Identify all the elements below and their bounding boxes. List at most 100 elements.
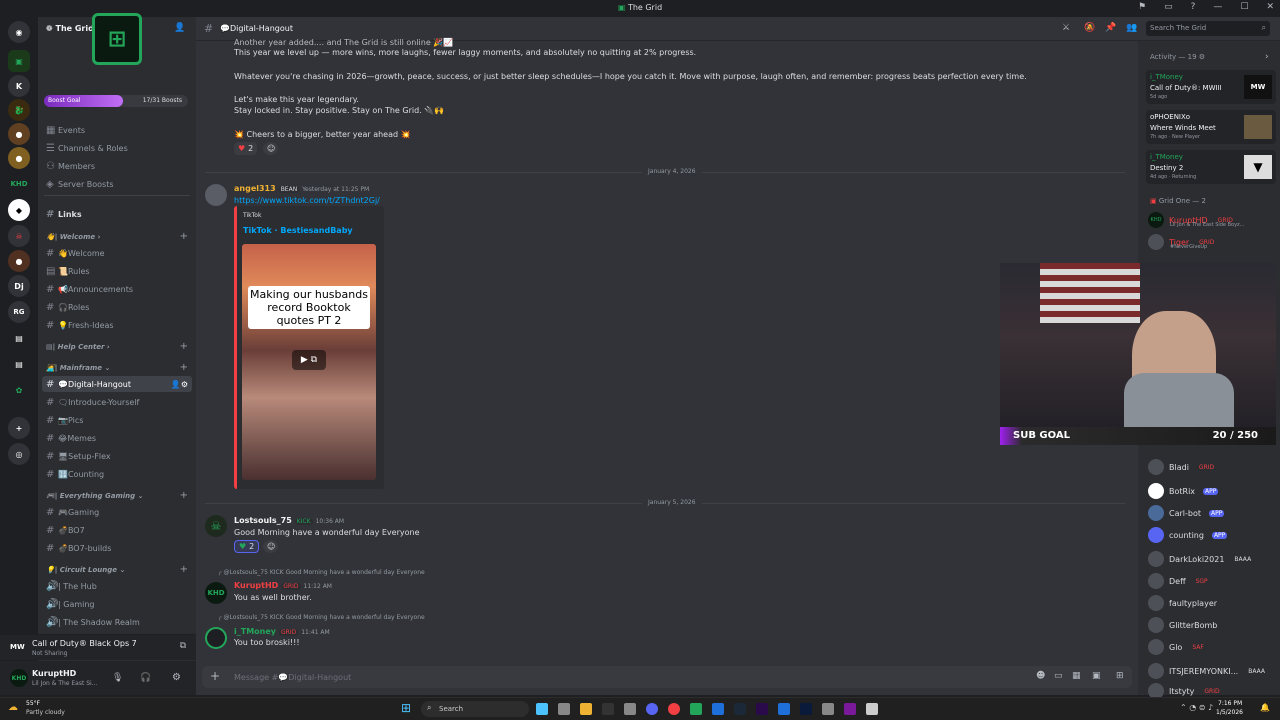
server-icon[interactable]: ☠ xyxy=(8,225,30,247)
voice-gaming[interactable]: 🔊 | Gaming xyxy=(38,596,192,612)
app-icon[interactable] xyxy=(778,703,790,715)
apps-icon[interactable]: ⊞ xyxy=(1116,671,1124,681)
app-icon[interactable] xyxy=(602,703,614,715)
attach-plus-icon[interactable]: + xyxy=(210,669,220,683)
notifications-icon[interactable]: 🔕 xyxy=(1084,23,1095,33)
server-the-grid[interactable]: ▣ xyxy=(8,50,30,72)
links-channel[interactable]: # Links xyxy=(38,206,192,222)
headphones-icon[interactable]: 🎧 xyxy=(140,673,151,683)
channels-roles-item[interactable]: ☰ Channels & Roles xyxy=(38,140,192,156)
category-circuit-lounge[interactable]: 💡| Circuit Lounge ⌄ xyxy=(46,566,125,574)
window-icon[interactable]: ▭ xyxy=(1164,2,1173,12)
app-icon[interactable] xyxy=(624,703,636,715)
chevron-right-icon[interactable]: › xyxy=(1265,52,1269,62)
message-link[interactable]: https://www.tiktok.com/t/ZThdnt2Gj/ xyxy=(234,196,380,205)
channel-fresh-ideas[interactable]: # 💡Fresh-Ideas xyxy=(38,317,192,333)
server-boosts-item[interactable]: ◈ Server Boosts xyxy=(38,176,192,192)
avatar[interactable]: KHD xyxy=(205,582,227,604)
avatar[interactable] xyxy=(205,627,227,649)
screen-share-icon[interactable]: ⧉ xyxy=(180,641,186,651)
server-rg[interactable]: RG xyxy=(8,301,30,323)
add-channel-icon[interactable]: + xyxy=(180,231,188,242)
settings-gear-icon[interactable]: ⚙ xyxy=(172,672,181,683)
photoshop-icon[interactable] xyxy=(800,703,812,715)
category-everything-gaming[interactable]: 🎮| Everything Gaming ⌄ xyxy=(46,492,143,500)
voice-shadow-realm[interactable]: 🔊 | The Shadow Realm xyxy=(38,614,192,630)
member-row[interactable]: faultyplayer xyxy=(1148,594,1217,612)
server-icon[interactable]: ● xyxy=(8,123,30,145)
channel-bo7[interactable]: # 💣BO7 xyxy=(38,522,192,538)
server-folder[interactable]: ▤ xyxy=(8,327,30,349)
activity-card[interactable]: i_TMoney Destiny 2 4d ago · Returning ▼ xyxy=(1146,150,1276,184)
sticker-icon[interactable]: ▦ xyxy=(1072,671,1081,681)
server-icon[interactable]: ● xyxy=(8,147,30,169)
channel-rules[interactable]: ▤ 📜Rules xyxy=(38,263,192,279)
clock-time[interactable]: 7:16 PM xyxy=(1218,700,1242,707)
play-icon[interactable]: ▶ ⧉ xyxy=(292,350,326,370)
inbox-icon[interactable]: ⚑ xyxy=(1138,2,1146,12)
threads-icon[interactable]: ⚔ xyxy=(1062,23,1070,33)
add-channel-icon[interactable]: + xyxy=(180,362,188,373)
server-icon[interactable]: ◆ xyxy=(8,199,30,221)
member-row[interactable]: Glo SAF xyxy=(1148,638,1206,656)
category-mainframe[interactable]: 🧑‍💻| Mainframe ⌄ xyxy=(46,364,110,372)
maximize-button[interactable]: ☐ xyxy=(1240,2,1248,12)
channel-setup-flex[interactable]: # 🖥Setup-Flex xyxy=(38,448,192,464)
chrome-icon[interactable] xyxy=(668,703,680,715)
start-icon[interactable]: ⊞ xyxy=(401,701,411,715)
close-button[interactable]: ✕ xyxy=(1266,2,1274,12)
search-box[interactable]: Search The Grid ⌕ xyxy=(1146,21,1270,36)
avatar[interactable]: ☠ xyxy=(205,515,227,537)
invite-settings-icon[interactable]: 👤⚙ xyxy=(171,380,188,389)
game-activity-bar[interactable]: MW Call of Duty® Black Ops 7 Not Sharing… xyxy=(0,634,196,660)
member-row[interactable]: BotRix APP xyxy=(1148,482,1219,500)
avatar[interactable]: KHD xyxy=(10,669,28,687)
channel-memes[interactable]: # 😂Memes xyxy=(38,430,192,446)
reaction-heart[interactable]: ♥ 2 xyxy=(234,142,258,155)
app-icon[interactable] xyxy=(822,703,834,715)
channel-digital-hangout[interactable]: # 💬Digital-Hangout 👤⚙ xyxy=(42,376,192,392)
username[interactable]: Lostsouls_75 xyxy=(234,516,292,525)
add-channel-icon[interactable]: + xyxy=(180,341,188,352)
discover-icon[interactable]: ◎ xyxy=(8,443,30,465)
events-item[interactable]: ▦ Events xyxy=(38,122,192,138)
server-icon[interactable]: ● xyxy=(8,250,30,272)
embed-title[interactable]: TikTok · BestiesandBaby xyxy=(243,226,353,235)
weather-icon[interactable]: ☁ xyxy=(8,702,18,713)
premiere-icon[interactable] xyxy=(756,703,768,715)
member-row[interactable]: DarkLoki2021 BAAA xyxy=(1148,550,1254,568)
members-item[interactable]: ⚇ Members xyxy=(38,158,192,174)
channel-counting[interactable]: # 🔢Counting xyxy=(38,466,192,482)
video-thumbnail[interactable]: Making our husbands record Booktok quote… xyxy=(242,244,376,480)
server-icon[interactable]: Dj xyxy=(8,275,30,297)
channel-gaming[interactable]: # 🎮Gaming xyxy=(38,504,192,520)
minimize-button[interactable]: — xyxy=(1213,2,1222,12)
taskbar-search[interactable]: ⌕ Search xyxy=(421,701,529,717)
app-icon[interactable] xyxy=(690,703,702,715)
voice-the-hub[interactable]: 🔊 | The Hub xyxy=(38,578,192,594)
category-welcome[interactable]: 👋| Welcome › xyxy=(46,233,100,241)
server-icon[interactable]: ✿ xyxy=(8,379,30,401)
notification-bell-icon[interactable]: 🔔 xyxy=(1260,703,1270,712)
add-channel-icon[interactable]: + xyxy=(180,490,188,501)
tray-icons[interactable]: ⌃ ◔ ⊜ ♪ xyxy=(1180,703,1213,712)
reaction-green-heart[interactable]: ♥ 2 xyxy=(234,540,260,553)
activity-card[interactable]: i_TMoney Call of Duty®: MWIII 5d ago MW xyxy=(1146,70,1276,104)
member-row[interactable]: Carl-bot APP xyxy=(1148,504,1225,522)
image-icon[interactable]: ▣ xyxy=(1092,671,1101,681)
gif-icon[interactable]: ▭ xyxy=(1054,671,1063,681)
channel-pics[interactable]: # 📷Pics xyxy=(38,412,192,428)
username[interactable]: angel313 xyxy=(234,184,276,193)
add-reaction-icon[interactable]: ☺ xyxy=(263,142,278,155)
member-row[interactable]: counting APP xyxy=(1148,526,1228,544)
server-khd[interactable]: KHD xyxy=(8,173,30,195)
reply-reference[interactable]: ╭ @Lostsouls_75 KICK Good Morning have a… xyxy=(218,614,518,621)
discord-taskbar-icon[interactable] xyxy=(646,703,658,715)
channel-announcements[interactable]: # 📢Announcements xyxy=(38,281,192,297)
avatar[interactable] xyxy=(205,184,227,206)
member-row[interactable]: GlitterBomb xyxy=(1148,616,1217,634)
add-server-icon[interactable]: + xyxy=(8,417,30,439)
channel-introduce-yourself[interactable]: # 🗨Introduce-Yourself xyxy=(38,394,192,410)
member-row[interactable]: ITSJEREMYONKI... BAAA xyxy=(1148,662,1267,680)
member-list-icon[interactable]: 👥 xyxy=(1126,23,1137,33)
